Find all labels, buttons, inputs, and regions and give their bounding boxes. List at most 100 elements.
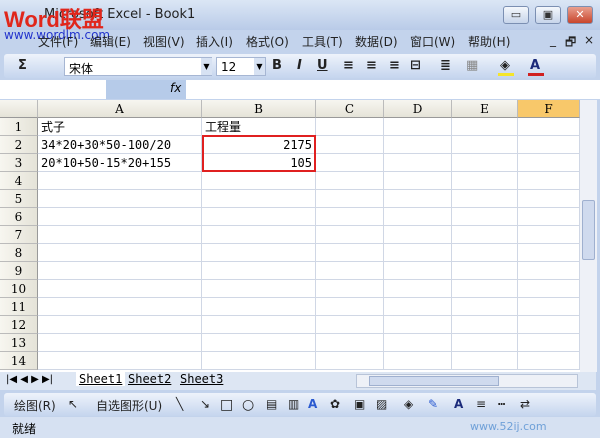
oval-icon[interactable]: ○ [242, 397, 254, 413]
cell[interactable] [518, 154, 580, 172]
cell[interactable] [452, 190, 518, 208]
cell[interactable] [452, 280, 518, 298]
bold-button[interactable]: B [272, 58, 282, 73]
cell[interactable] [316, 316, 384, 334]
cell[interactable] [38, 262, 202, 280]
doc-close-button[interactable]: × [584, 33, 594, 47]
column-header[interactable]: F [518, 100, 580, 118]
underline-button[interactable]: U [317, 58, 328, 73]
cell[interactable] [384, 172, 452, 190]
cell[interactable] [384, 244, 452, 262]
cell[interactable] [202, 316, 316, 334]
cell[interactable] [518, 334, 580, 352]
row-header[interactable]: 4 [0, 172, 38, 190]
rectangle-icon[interactable]: □ [220, 397, 233, 413]
fx-icon[interactable]: fx [170, 81, 181, 95]
cell[interactable] [452, 298, 518, 316]
cell[interactable] [38, 208, 202, 226]
diagram-icon[interactable]: ✿ [330, 397, 340, 411]
clipart-icon[interactable]: ▣ [354, 397, 365, 411]
row-header[interactable]: 6 [0, 208, 38, 226]
cell[interactable] [384, 226, 452, 244]
cell[interactable] [518, 226, 580, 244]
cell[interactable] [518, 136, 580, 154]
select-arrow-icon[interactable]: ↖ [68, 397, 78, 411]
align-right-icon[interactable]: ≡ [389, 58, 400, 73]
menu-tools[interactable]: 工具(T) [302, 33, 343, 50]
cell[interactable]: 式子 [38, 118, 202, 136]
row-header[interactable]: 3 [0, 154, 38, 172]
cell[interactable] [384, 208, 452, 226]
fill-color-icon[interactable] [498, 73, 514, 76]
cell[interactable] [384, 280, 452, 298]
dash-style-icon[interactable]: ┅ [498, 397, 505, 411]
row-header[interactable]: 13 [0, 334, 38, 352]
merge-center-icon[interactable]: ⊟ [410, 58, 421, 73]
menu-help[interactable]: 帮助(H) [468, 33, 510, 50]
cell[interactable] [38, 226, 202, 244]
horizontal-scrollbar[interactable] [356, 374, 578, 388]
cell[interactable] [384, 316, 452, 334]
cell[interactable] [38, 316, 202, 334]
cell[interactable] [316, 154, 384, 172]
menu-insert[interactable]: 插入(I) [196, 33, 233, 50]
cell[interactable] [316, 352, 384, 370]
cell[interactable] [452, 262, 518, 280]
cell[interactable] [202, 244, 316, 262]
cell[interactable] [202, 190, 316, 208]
cell[interactable] [518, 316, 580, 334]
cell[interactable] [38, 172, 202, 190]
borders-icon[interactable]: ▦ [466, 58, 478, 73]
menu-format[interactable]: 格式(O) [246, 33, 289, 50]
cell[interactable] [202, 334, 316, 352]
cell[interactable] [518, 352, 580, 370]
cell[interactable] [452, 334, 518, 352]
wordart-icon[interactable]: A [308, 397, 317, 411]
column-header[interactable]: C [316, 100, 384, 118]
cell[interactable] [316, 136, 384, 154]
vertical-scrollbar[interactable] [580, 100, 597, 372]
minimize-button[interactable]: ▭ [503, 6, 529, 24]
doc-minimize-button[interactable]: _ [550, 33, 556, 47]
cell[interactable] [38, 352, 202, 370]
tab-sheet1[interactable]: Sheet1 [76, 372, 126, 386]
row-header[interactable]: 8 [0, 244, 38, 262]
cell[interactable] [202, 226, 316, 244]
cell[interactable] [452, 316, 518, 334]
cell[interactable]: 20*10+50-15*20+155 [38, 154, 202, 172]
cell[interactable] [316, 118, 384, 136]
cell[interactable] [38, 280, 202, 298]
cell[interactable] [384, 190, 452, 208]
cell[interactable] [452, 172, 518, 190]
font-color-icon[interactable]: A [530, 58, 540, 73]
cell[interactable] [316, 334, 384, 352]
italic-button[interactable]: I [297, 58, 302, 73]
arrow-style-icon[interactable]: ⇄ [520, 397, 530, 411]
cell[interactable]: 工程量 [202, 118, 316, 136]
cell[interactable] [518, 172, 580, 190]
cell[interactable] [316, 262, 384, 280]
cell[interactable] [384, 352, 452, 370]
column-header[interactable]: E [452, 100, 518, 118]
chevron-down-icon[interactable]: ▼ [201, 58, 212, 75]
row-header[interactable]: 10 [0, 280, 38, 298]
column-header[interactable]: A [38, 100, 202, 118]
row-header[interactable]: 5 [0, 190, 38, 208]
tab-sheet3[interactable]: Sheet3 [180, 372, 223, 386]
row-header[interactable]: 1 [0, 118, 38, 136]
row-header[interactable]: 9 [0, 262, 38, 280]
cell[interactable] [518, 298, 580, 316]
cell[interactable] [518, 262, 580, 280]
cell[interactable] [518, 118, 580, 136]
scroll-thumb[interactable] [369, 376, 499, 386]
cell[interactable] [38, 190, 202, 208]
font-name-select[interactable]: 宋体 [64, 57, 212, 76]
cell[interactable] [38, 334, 202, 352]
vertical-textbox-icon[interactable]: ▥ [288, 397, 299, 411]
select-all-corner[interactable] [0, 100, 38, 118]
cell[interactable] [38, 298, 202, 316]
font-color-icon[interactable]: A [454, 397, 463, 411]
menu-view[interactable]: 视图(V) [143, 33, 185, 50]
menu-edit[interactable]: 编辑(E) [90, 33, 131, 50]
cell[interactable] [202, 298, 316, 316]
